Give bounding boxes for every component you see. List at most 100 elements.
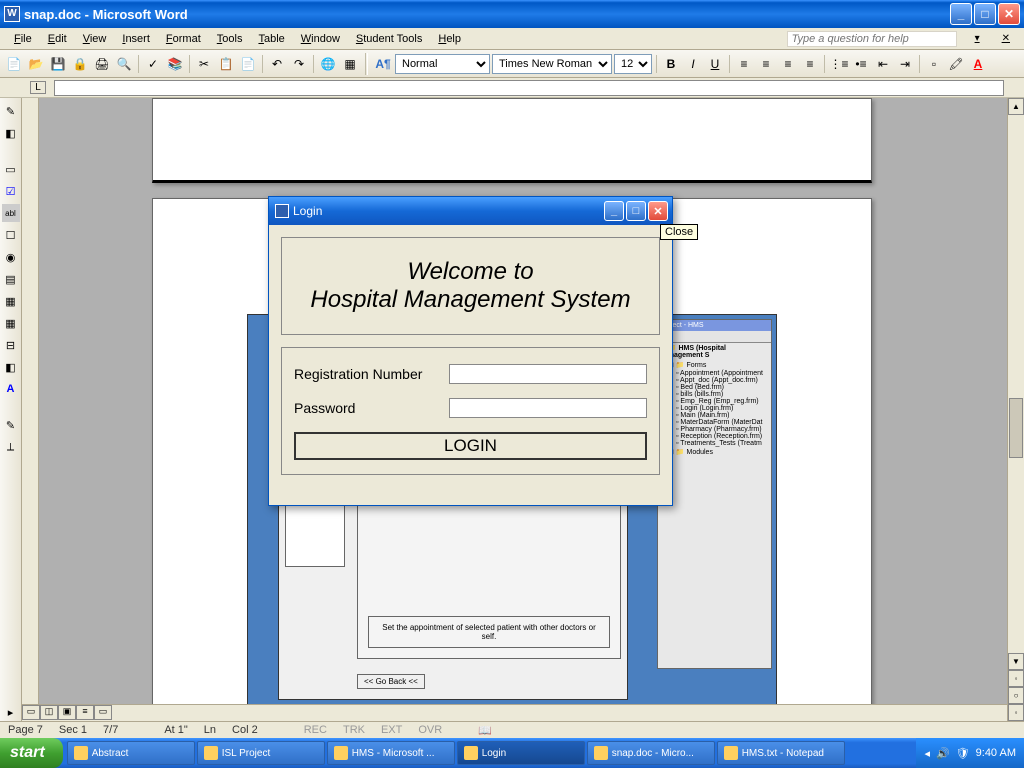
menu-window[interactable]: Window: [293, 31, 348, 47]
taskbar-item[interactable]: Login: [457, 741, 585, 765]
bold-icon[interactable]: B: [661, 54, 681, 74]
research-icon[interactable]: 📚: [165, 54, 185, 74]
vertical-ruler[interactable]: [22, 98, 39, 704]
print-preview-icon[interactable]: 🔍: [114, 54, 134, 74]
status-rec[interactable]: REC: [304, 724, 327, 736]
print-icon[interactable]: 🖨: [92, 54, 112, 74]
next-page-icon[interactable]: ◦: [1008, 704, 1024, 721]
help-dropdown-icon[interactable]: ▾: [967, 31, 988, 46]
align-right-icon[interactable]: ≡: [778, 54, 798, 74]
outline-view-icon[interactable]: ≡: [76, 705, 94, 720]
menu-table[interactable]: Table: [250, 31, 292, 47]
taskbar-item[interactable]: ISL Project: [197, 741, 325, 765]
status-spell-icon[interactable]: 📖: [478, 724, 492, 737]
tray-clock[interactable]: 9:40 AM: [976, 747, 1016, 759]
tool-icon[interactable]: ✎: [2, 102, 20, 120]
status-ovr[interactable]: OVR: [418, 724, 442, 736]
tab-selector[interactable]: L: [30, 81, 46, 94]
style-selector[interactable]: Normal: [395, 54, 490, 74]
spell-check-icon[interactable]: ✓: [143, 54, 163, 74]
login-minimize-button[interactable]: _: [604, 201, 624, 221]
tool-icon[interactable]: ▦: [2, 292, 20, 310]
tables-icon[interactable]: ▦: [340, 54, 360, 74]
tool-icon[interactable]: ◉: [2, 248, 20, 266]
increase-indent-icon[interactable]: ⇥: [895, 54, 915, 74]
taskbar-item[interactable]: Abstract: [67, 741, 195, 765]
italic-icon[interactable]: I: [683, 54, 703, 74]
maximize-button[interactable]: □: [974, 3, 996, 25]
taskbar-item[interactable]: snap.doc - Micro...: [587, 741, 715, 765]
help-search-input[interactable]: [787, 31, 957, 47]
tool-icon[interactable]: ✎: [2, 416, 20, 434]
tool-icon[interactable]: ▭: [2, 160, 20, 178]
login-button[interactable]: LOGIN: [294, 432, 647, 460]
tool-icon[interactable]: ◧: [2, 358, 20, 376]
tool-icon[interactable]: ▦: [2, 314, 20, 332]
bullet-list-icon[interactable]: •≡: [851, 54, 871, 74]
menu-format[interactable]: Format: [158, 31, 209, 47]
menu-edit[interactable]: Edit: [40, 31, 75, 47]
highlight-icon[interactable]: 🖍: [946, 54, 966, 74]
tool-arrow-icon[interactable]: ▸: [2, 703, 20, 721]
align-left-icon[interactable]: ≡: [734, 54, 754, 74]
status-ext[interactable]: EXT: [381, 724, 402, 736]
tray-icon[interactable]: ◂: [924, 747, 930, 760]
taskbar-item[interactable]: HMS - Microsoft ...: [327, 741, 455, 765]
save-icon[interactable]: 💾: [48, 54, 68, 74]
menu-insert[interactable]: Insert: [114, 31, 158, 47]
paste-icon[interactable]: 📄: [238, 54, 258, 74]
password-input[interactable]: [449, 398, 647, 418]
web-view-icon[interactable]: ◫: [40, 705, 58, 720]
decrease-indent-icon[interactable]: ⇤: [873, 54, 893, 74]
tool-icon[interactable]: A: [2, 380, 20, 398]
close-button[interactable]: ✕: [998, 3, 1020, 25]
permission-icon[interactable]: 🔒: [70, 54, 90, 74]
system-tray[interactable]: ◂ 🔊 🛡 9:40 AM: [916, 738, 1024, 768]
font-size-selector[interactable]: 12: [614, 54, 652, 74]
login-titlebar[interactable]: Login _ □ ✕: [269, 197, 672, 225]
justify-icon[interactable]: ≡: [800, 54, 820, 74]
open-icon[interactable]: 📂: [26, 54, 46, 74]
cut-icon[interactable]: ✂: [194, 54, 214, 74]
scroll-down-icon[interactable]: ▼: [1008, 653, 1024, 670]
menu-view[interactable]: View: [75, 31, 115, 47]
numbered-list-icon[interactable]: ⋮≡: [829, 54, 849, 74]
reading-view-icon[interactable]: ▭: [94, 705, 112, 720]
normal-view-icon[interactable]: ▭: [22, 705, 40, 720]
select-browse-icon[interactable]: ○: [1008, 687, 1024, 704]
taskbar-item[interactable]: HMS.txt - Notepad: [717, 741, 845, 765]
menu-file[interactable]: File: [6, 31, 40, 47]
align-center-icon[interactable]: ≡: [756, 54, 776, 74]
scroll-thumb[interactable]: [1009, 398, 1023, 458]
styles-icon[interactable]: A¶: [373, 54, 393, 74]
tool-icon[interactable]: ▤: [2, 270, 20, 288]
status-trk[interactable]: TRK: [343, 724, 365, 736]
menu-help[interactable]: Help: [430, 31, 469, 47]
horizontal-ruler[interactable]: [54, 80, 1004, 96]
tray-icon[interactable]: 🛡: [956, 747, 970, 760]
font-color-icon[interactable]: A: [968, 54, 988, 74]
start-button[interactable]: start: [0, 738, 63, 768]
underline-icon[interactable]: U: [705, 54, 725, 74]
horizontal-scrollbar[interactable]: ▭ ◫ ▣ ≡ ▭: [22, 704, 1007, 721]
scroll-up-icon[interactable]: ▲: [1008, 98, 1024, 115]
tool-icon[interactable]: ◧: [2, 124, 20, 142]
hyperlink-icon[interactable]: 🌐: [318, 54, 338, 74]
tool-icon[interactable]: abl: [2, 204, 20, 222]
tool-icon[interactable]: ⟂: [2, 438, 20, 456]
copy-icon[interactable]: 📋: [216, 54, 236, 74]
redo-icon[interactable]: ↷: [289, 54, 309, 74]
undo-icon[interactable]: ↶: [267, 54, 287, 74]
menu-tools[interactable]: Tools: [209, 31, 251, 47]
registration-input[interactable]: [449, 364, 647, 384]
prev-page-icon[interactable]: ◦: [1008, 670, 1024, 687]
font-selector[interactable]: Times New Roman: [492, 54, 612, 74]
login-maximize-button[interactable]: □: [626, 201, 646, 221]
tool-icon[interactable]: ☐: [2, 226, 20, 244]
doc-close-button[interactable]: ✕: [994, 31, 1018, 46]
tray-icon[interactable]: 🔊: [936, 747, 950, 760]
new-doc-icon[interactable]: 📄: [4, 54, 24, 74]
vertical-scrollbar[interactable]: ▲ ▼ ◦ ○ ◦: [1007, 98, 1024, 721]
tool-icon[interactable]: ⊟: [2, 336, 20, 354]
border-icon[interactable]: ▫: [924, 54, 944, 74]
